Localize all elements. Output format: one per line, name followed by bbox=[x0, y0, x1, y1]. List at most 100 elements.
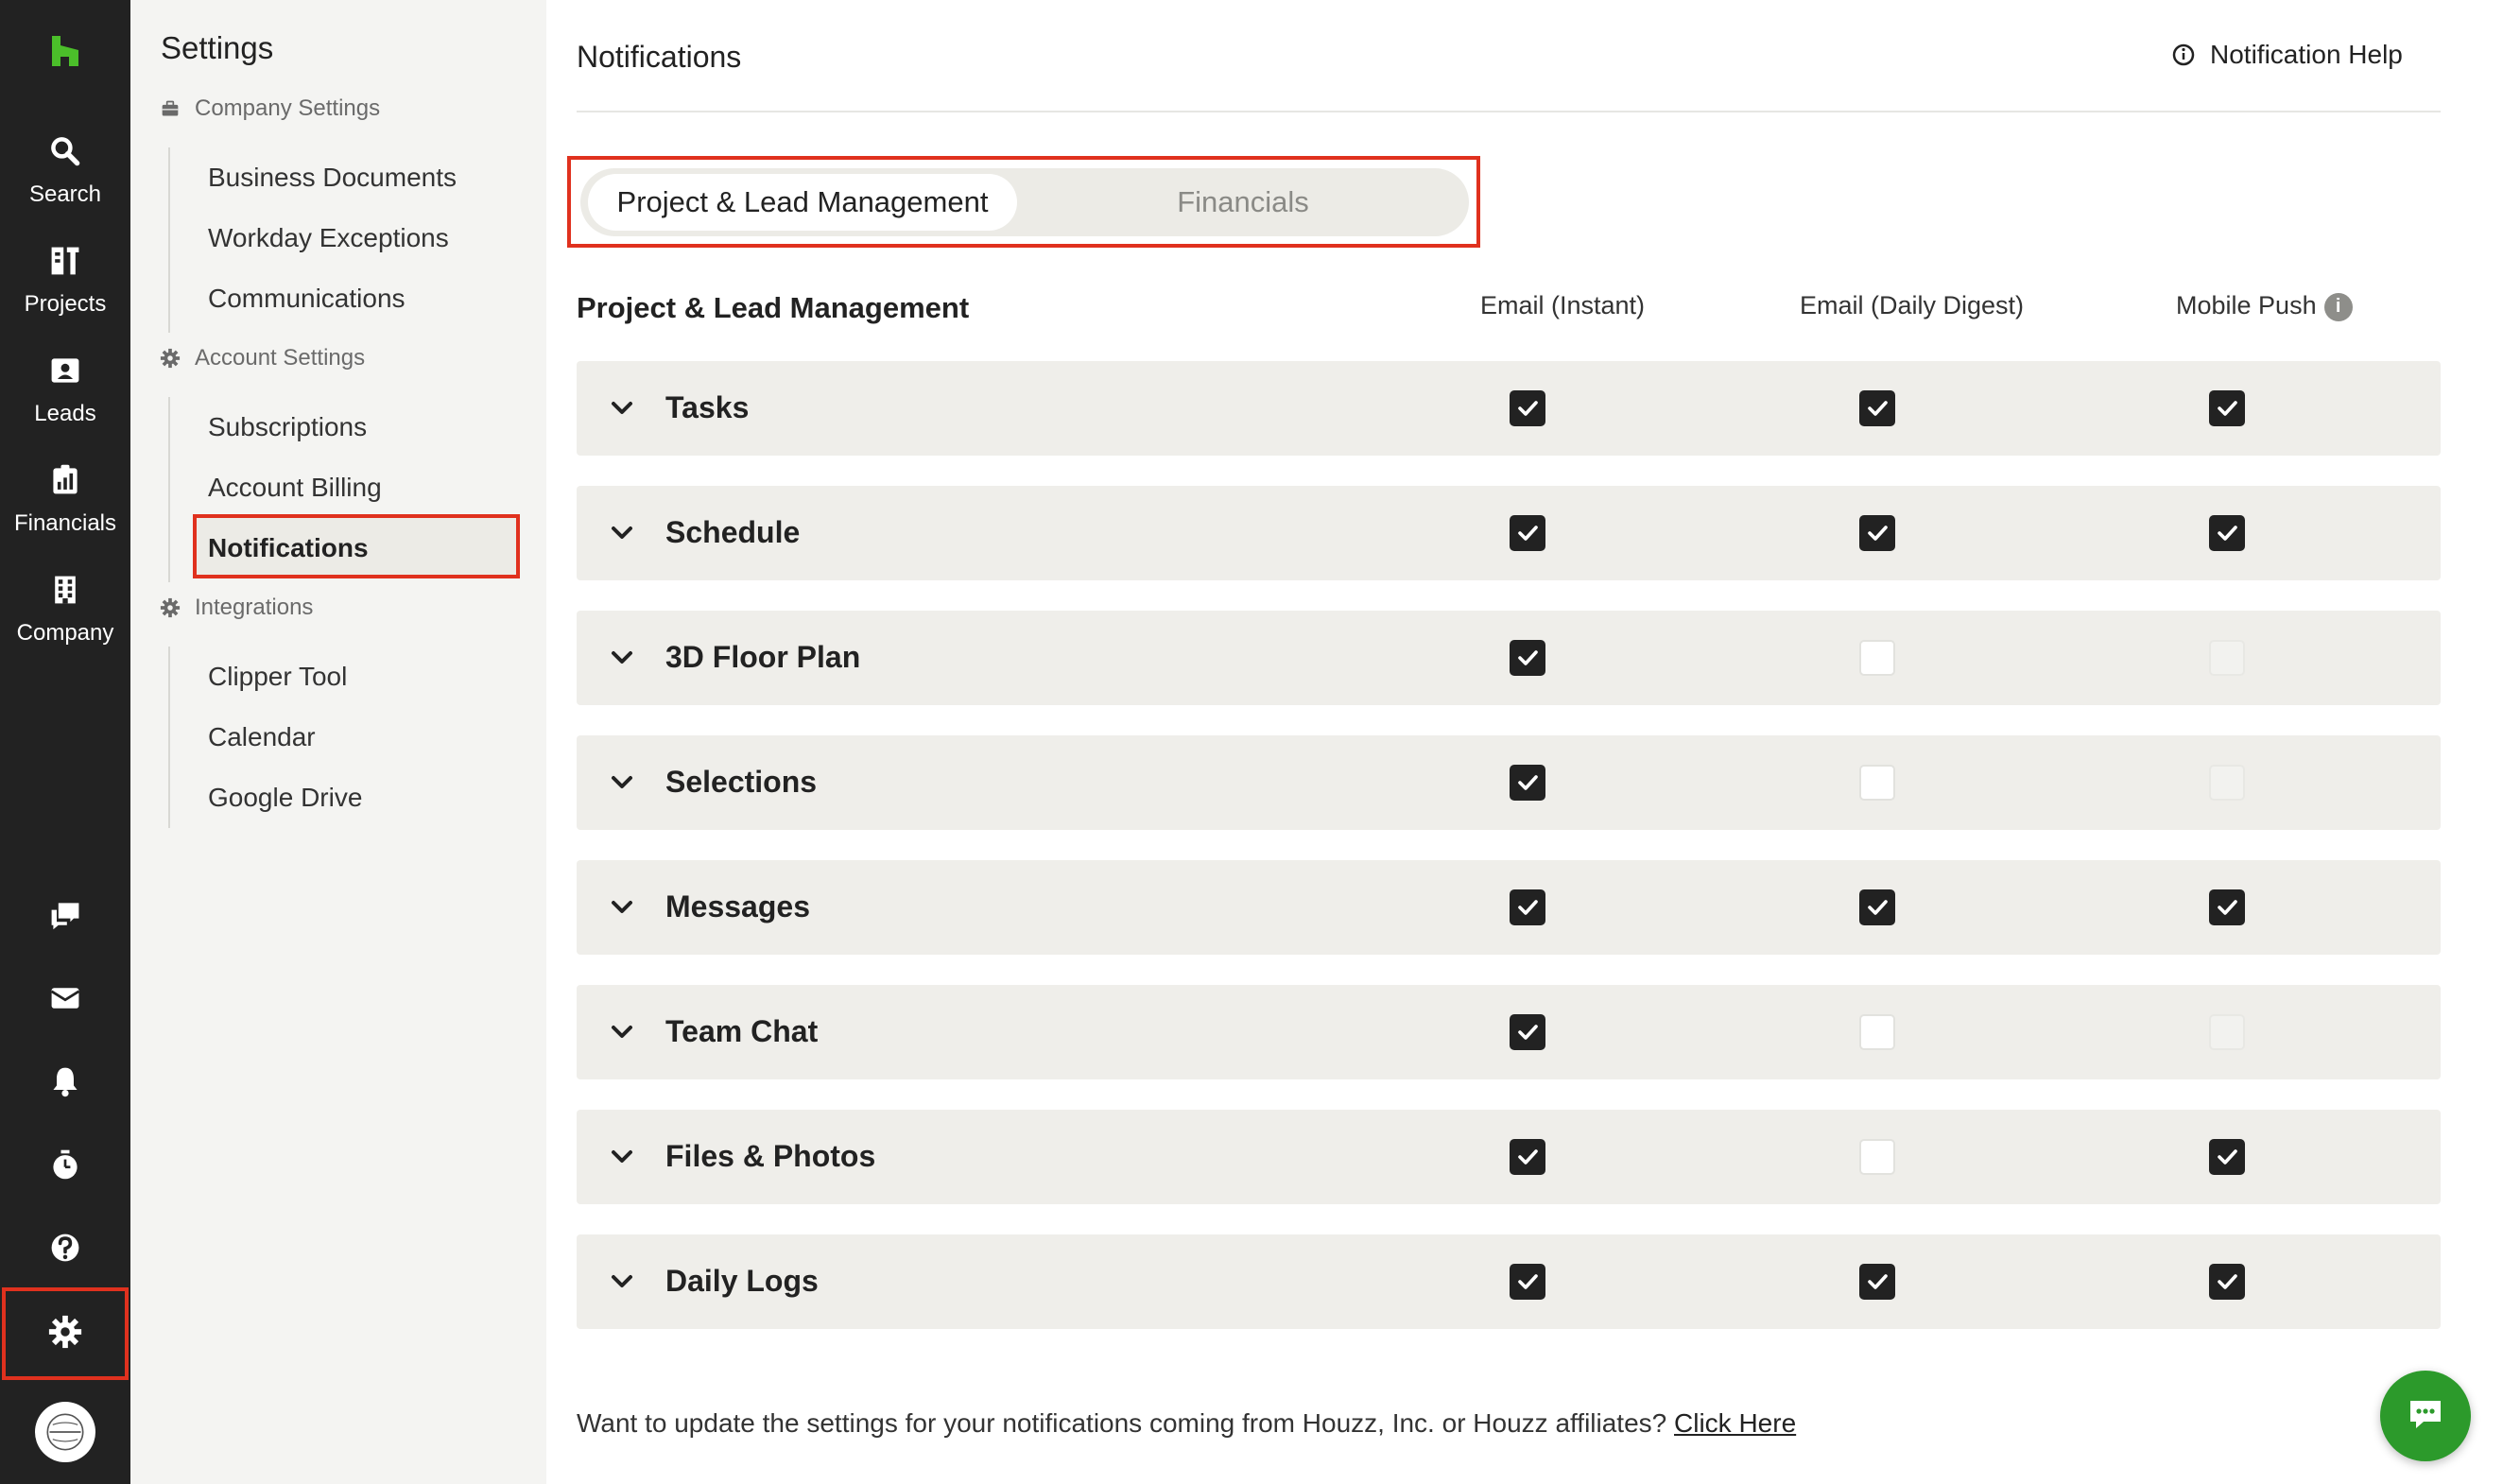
tab-financials[interactable]: Financials bbox=[1025, 174, 1461, 231]
email-instant-checkbox[interactable] bbox=[1510, 640, 1545, 676]
click-here-link[interactable]: Click Here bbox=[1674, 1408, 1796, 1438]
sidebar-title: Settings bbox=[161, 30, 274, 65]
settings-sidebar: Settings Company Settings Business Docum… bbox=[130, 0, 546, 1484]
tab-project-lead-management[interactable]: Project & Lead Management bbox=[588, 174, 1017, 231]
mobile-push-checkbox[interactable] bbox=[2209, 1139, 2245, 1175]
email-instant-checkbox[interactable] bbox=[1510, 1139, 1545, 1175]
sidebar-item-notifications[interactable]: Notifications bbox=[193, 514, 520, 578]
footer-note: Want to update the settings for your not… bbox=[577, 1408, 1796, 1439]
table-row[interactable]: Daily Logs bbox=[577, 1234, 2441, 1329]
row-label: Schedule bbox=[665, 515, 801, 549]
email-digest-checkbox[interactable] bbox=[1859, 1264, 1895, 1300]
email-digest-checkbox[interactable] bbox=[1859, 1139, 1895, 1175]
notification-help-link[interactable]: Notification Help bbox=[2170, 40, 2403, 70]
inbox-icon[interactable] bbox=[46, 979, 84, 1017]
table-row[interactable]: Tasks bbox=[577, 361, 2441, 456]
table-row[interactable]: Files & Photos bbox=[577, 1110, 2441, 1204]
mobile-push-checkbox bbox=[2209, 765, 2245, 801]
chevron-down-icon[interactable] bbox=[607, 643, 637, 673]
projects-icon bbox=[46, 242, 84, 280]
rail-item-financials[interactable]: Financials bbox=[0, 452, 130, 556]
info-icon[interactable]: i bbox=[2323, 292, 2353, 321]
email-digest-checkbox[interactable] bbox=[1859, 515, 1895, 551]
mobile-push-checkbox[interactable] bbox=[2209, 889, 2245, 925]
table-row[interactable]: 3D Floor Plan bbox=[577, 611, 2441, 705]
sidebar-item-communications[interactable]: Communications bbox=[208, 284, 406, 314]
email-digest-checkbox[interactable] bbox=[1859, 1014, 1895, 1050]
table-row[interactable]: Team Chat bbox=[577, 985, 2441, 1079]
footer-text: Want to update the settings for your not… bbox=[577, 1408, 1667, 1438]
rail-item-company[interactable]: Company bbox=[0, 561, 130, 665]
row-label: Daily Logs bbox=[665, 1264, 819, 1298]
mobile-push-checkbox bbox=[2209, 640, 2245, 676]
houzz-logo-icon[interactable] bbox=[48, 34, 82, 68]
chevron-down-icon[interactable] bbox=[607, 1017, 637, 1047]
rail-item-label: Company bbox=[16, 620, 114, 646]
row-label: Messages bbox=[665, 889, 810, 923]
row-label: Team Chat bbox=[665, 1014, 819, 1048]
sidebar-item-business-documents[interactable]: Business Documents bbox=[208, 163, 457, 193]
column-header-email-instant: Email (Instant) bbox=[1480, 291, 1646, 319]
messages-icon[interactable] bbox=[46, 896, 84, 934]
app-rail: Search Projects Leads Financials Company bbox=[0, 0, 130, 1484]
column-header-email-digest: Email (Daily Digest) bbox=[1800, 291, 2025, 319]
sidebar-rule bbox=[168, 397, 170, 582]
sidebar-group-label: Account Settings bbox=[195, 345, 366, 371]
mobile-push-checkbox bbox=[2209, 1014, 2245, 1050]
avatar[interactable] bbox=[35, 1402, 95, 1462]
email-digest-checkbox[interactable] bbox=[1859, 889, 1895, 925]
email-instant-checkbox[interactable] bbox=[1510, 1014, 1545, 1050]
email-digest-checkbox[interactable] bbox=[1859, 640, 1895, 676]
email-digest-checkbox[interactable] bbox=[1859, 390, 1895, 426]
sidebar-item-subscriptions[interactable]: Subscriptions bbox=[208, 412, 367, 442]
gear-icon bbox=[47, 1314, 83, 1355]
table-row[interactable]: Selections bbox=[577, 735, 2441, 830]
row-label: Files & Photos bbox=[665, 1139, 876, 1173]
row-label: 3D Floor Plan bbox=[665, 640, 861, 674]
help-icon[interactable] bbox=[46, 1229, 84, 1267]
sidebar-group-account-settings: Account Settings bbox=[159, 345, 365, 371]
mobile-push-checkbox[interactable] bbox=[2209, 1264, 2245, 1300]
chat-button[interactable] bbox=[2380, 1371, 2471, 1461]
rail-settings-button[interactable] bbox=[2, 1287, 129, 1380]
sidebar-group-company-settings: Company Settings bbox=[159, 95, 380, 122]
rail-item-leads[interactable]: Leads bbox=[0, 342, 130, 446]
bell-icon[interactable] bbox=[46, 1062, 84, 1100]
tab-group: Project & Lead Management Financials bbox=[580, 168, 1469, 236]
chevron-down-icon[interactable] bbox=[607, 892, 637, 923]
rail-item-search[interactable]: Search bbox=[0, 123, 130, 227]
search-icon bbox=[46, 132, 84, 170]
section-title: Project & Lead Management bbox=[577, 291, 970, 324]
info-icon bbox=[2170, 42, 2197, 68]
email-instant-checkbox[interactable] bbox=[1510, 1264, 1545, 1300]
timer-icon[interactable] bbox=[46, 1146, 84, 1183]
sidebar-item-workday-exceptions[interactable]: Workday Exceptions bbox=[208, 223, 449, 253]
sidebar-rule bbox=[168, 147, 170, 333]
email-instant-checkbox[interactable] bbox=[1510, 515, 1545, 551]
table-row[interactable]: Schedule bbox=[577, 486, 2441, 580]
sidebar-item-google-drive[interactable]: Google Drive bbox=[208, 783, 362, 813]
email-digest-checkbox[interactable] bbox=[1859, 765, 1895, 801]
chevron-down-icon[interactable] bbox=[607, 518, 637, 548]
chevron-down-icon[interactable] bbox=[607, 1267, 637, 1297]
chevron-down-icon[interactable] bbox=[607, 393, 637, 423]
email-instant-checkbox[interactable] bbox=[1510, 765, 1545, 801]
mobile-push-checkbox[interactable] bbox=[2209, 515, 2245, 551]
sidebar-group-integrations: Integrations bbox=[159, 595, 313, 621]
table-row[interactable]: Messages bbox=[577, 860, 2441, 955]
header-divider bbox=[577, 111, 2441, 112]
sidebar-item-account-billing[interactable]: Account Billing bbox=[208, 473, 382, 503]
email-instant-checkbox[interactable] bbox=[1510, 889, 1545, 925]
email-instant-checkbox[interactable] bbox=[1510, 390, 1545, 426]
briefcase-icon bbox=[159, 97, 181, 120]
rail-item-label: Financials bbox=[13, 510, 117, 536]
financials-icon bbox=[46, 461, 84, 499]
mobile-push-checkbox[interactable] bbox=[2209, 390, 2245, 426]
main-content: Notifications Notification Help Project … bbox=[546, 0, 2503, 1484]
rail-item-projects[interactable]: Projects bbox=[0, 233, 130, 336]
sidebar-item-clipper-tool[interactable]: Clipper Tool bbox=[208, 662, 347, 692]
sidebar-item-calendar[interactable]: Calendar bbox=[208, 722, 316, 752]
chevron-down-icon[interactable] bbox=[607, 1142, 637, 1172]
rail-item-label: Search bbox=[28, 181, 102, 207]
chevron-down-icon[interactable] bbox=[607, 768, 637, 798]
